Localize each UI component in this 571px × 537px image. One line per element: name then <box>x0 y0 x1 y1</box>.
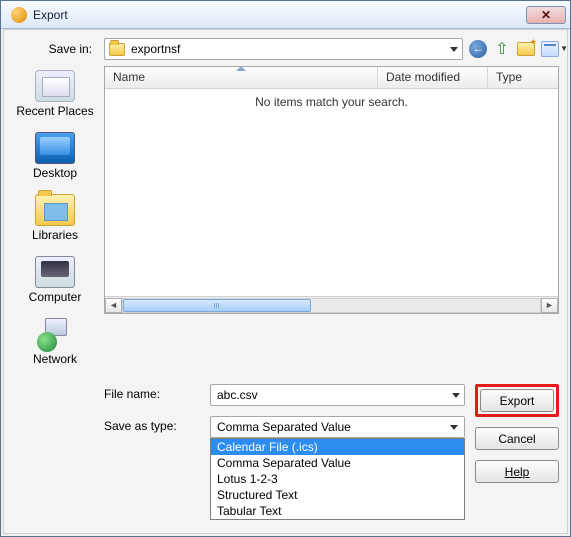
sort-asc-icon <box>236 66 246 71</box>
savetype-label: Save as type: <box>104 416 200 433</box>
file-list-body: No items match your search. <box>105 89 558 296</box>
titlebar[interactable]: Export ✕ <box>1 1 570 29</box>
save-in-combo[interactable]: exportnsf <box>104 38 463 60</box>
window-title: Export <box>33 8 68 22</box>
places-libraries[interactable]: Libraries <box>15 190 95 250</box>
export-dialog: Export ✕ Save in: exportnsf ← ⇧ <box>0 0 571 537</box>
savetype-option[interactable]: Structured Text <box>211 487 464 503</box>
places-desktop[interactable]: Desktop <box>15 128 95 188</box>
button-column: Export Cancel Help <box>475 384 559 483</box>
view-menu-button[interactable] <box>541 40 559 58</box>
close-button[interactable]: ✕ <box>526 6 566 24</box>
computer-icon <box>35 256 75 288</box>
network-icon <box>35 318 75 350</box>
main-row: Recent Places Desktop Libraries Computer… <box>4 66 567 374</box>
save-in-value: exportnsf <box>131 42 444 56</box>
filename-input[interactable] <box>215 387 452 403</box>
empty-message: No items match your search. <box>255 95 408 109</box>
filename-combo[interactable] <box>210 384 465 406</box>
column-date[interactable]: Date modified <box>378 67 488 88</box>
app-icon <box>11 7 27 23</box>
column-name-label: Name <box>113 70 145 84</box>
export-button[interactable]: Export <box>480 389 554 412</box>
horizontal-scrollbar[interactable]: ◄ ► <box>105 296 558 313</box>
bottom-controls: File name: Export Cancel Help Save as ty… <box>4 374 567 491</box>
places-label: Recent Places <box>15 104 95 118</box>
scroll-thumb[interactable] <box>123 299 311 312</box>
savetype-option[interactable]: Tabular Text <box>211 503 464 519</box>
dialog-body: Save in: exportnsf ← ⇧ Recent Places <box>3 29 568 534</box>
libraries-icon <box>35 194 75 226</box>
scroll-right-button[interactable]: ► <box>541 298 558 313</box>
back-icon[interactable]: ← <box>469 40 487 58</box>
save-in-row: Save in: exportnsf ← ⇧ <box>4 30 567 66</box>
up-one-level-icon[interactable]: ⇧ <box>493 40 511 58</box>
new-folder-button[interactable] <box>517 40 535 58</box>
places-network[interactable]: Network <box>15 314 95 374</box>
chevron-down-icon <box>450 47 458 52</box>
desktop-icon <box>35 132 75 164</box>
places-bar: Recent Places Desktop Libraries Computer… <box>12 66 98 374</box>
savetype-options-list: Calendar File (.ics) Comma Separated Val… <box>210 438 465 520</box>
chevron-down-icon <box>450 425 458 430</box>
places-label: Network <box>15 352 95 366</box>
savetype-dropdown[interactable]: Comma Separated Value Calendar File (.ic… <box>210 416 465 438</box>
places-label: Desktop <box>15 166 95 180</box>
column-type[interactable]: Type <box>488 67 558 88</box>
file-list[interactable]: Name Date modified Type No items match y… <box>104 66 559 314</box>
places-label: Libraries <box>15 228 95 242</box>
recent-places-icon <box>35 70 75 102</box>
scroll-track[interactable] <box>122 298 541 313</box>
places-recent[interactable]: Recent Places <box>15 66 95 126</box>
toolbar-icons: ← ⇧ <box>469 40 559 58</box>
new-folder-icon <box>517 42 535 56</box>
savetype-value[interactable]: Comma Separated Value <box>210 416 465 438</box>
savetype-option[interactable]: Lotus 1-2-3 <box>211 471 464 487</box>
column-headers: Name Date modified Type <box>105 67 558 89</box>
close-icon: ✕ <box>541 8 551 22</box>
chevron-down-icon[interactable] <box>452 393 460 398</box>
savetype-option[interactable]: Comma Separated Value <box>211 455 464 471</box>
scroll-left-button[interactable]: ◄ <box>105 298 122 313</box>
column-name[interactable]: Name <box>105 67 378 88</box>
savetype-option[interactable]: Calendar File (.ics) <box>211 439 464 455</box>
export-highlight: Export <box>475 384 559 417</box>
places-label: Computer <box>15 290 95 304</box>
cancel-button[interactable]: Cancel <box>475 427 559 450</box>
places-computer[interactable]: Computer <box>15 252 95 312</box>
help-button[interactable]: Help <box>475 460 559 483</box>
filename-label: File name: <box>104 384 200 401</box>
view-icon <box>541 41 559 57</box>
save-in-label: Save in: <box>12 42 98 56</box>
folder-icon <box>109 43 125 56</box>
